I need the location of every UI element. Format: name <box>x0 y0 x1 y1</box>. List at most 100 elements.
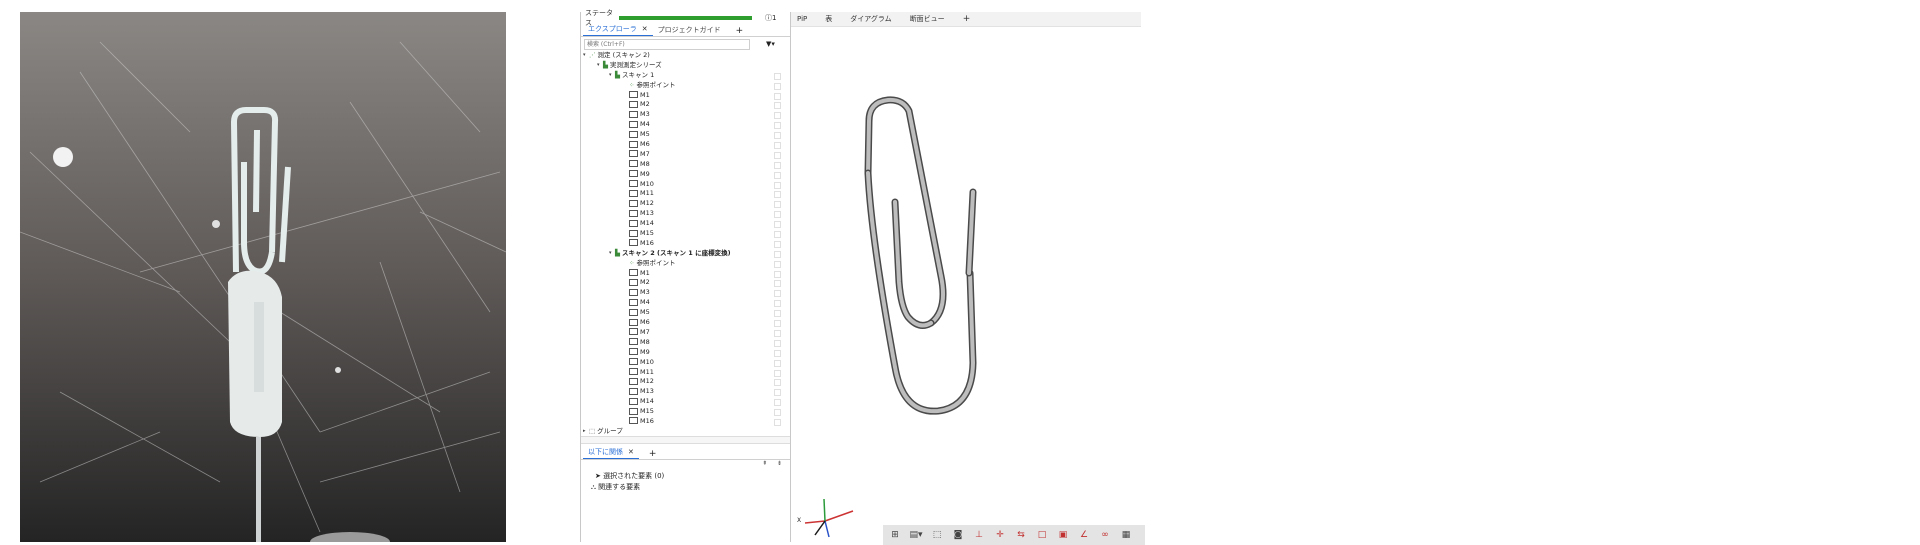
tree-row-measurement[interactable]: M14 <box>581 219 790 229</box>
visibility-checkbox[interactable] <box>774 290 781 298</box>
tree-row-ref-point[interactable]: ⁘ 参照ポイント <box>581 259 790 269</box>
tree-row-measurement[interactable]: M13 <box>581 387 790 397</box>
tree-row-measurement[interactable]: M12 <box>581 199 790 209</box>
visibility-checkbox[interactable] <box>774 211 781 219</box>
visibility-checkbox[interactable] <box>774 409 781 417</box>
visibility-checkbox[interactable] <box>774 280 781 288</box>
tree-row-measurement[interactable]: M1 <box>581 269 790 279</box>
visibility-checkbox[interactable] <box>774 349 781 357</box>
tab-project-guide[interactable]: プロジェクトガイド <box>653 24 726 36</box>
visibility-checkbox[interactable] <box>774 359 781 367</box>
tree-row-measurement[interactable]: M6 <box>581 318 790 328</box>
tree-row-measurement[interactable]: M16 <box>581 417 790 427</box>
visibility-checkbox[interactable] <box>774 418 781 426</box>
tab-section-view[interactable]: 断面ビュー <box>910 14 945 24</box>
visibility-checkbox[interactable] <box>774 82 781 90</box>
tree-row-measurement[interactable]: M9 <box>581 170 790 180</box>
tree-row-scan1[interactable]: ▾ ▙ スキャン 1 <box>581 71 790 81</box>
filter-icon[interactable]: ▼▾ <box>766 40 775 48</box>
visibility-checkbox[interactable] <box>774 142 781 150</box>
tree-row-measurement[interactable]: M10 <box>581 358 790 368</box>
angle-icon[interactable]: ∠ <box>1076 528 1092 542</box>
camera-icon[interactable]: ◙ <box>950 528 966 542</box>
add-tab-icon[interactable]: + <box>726 26 754 36</box>
search-input[interactable] <box>584 38 750 50</box>
box-icon[interactable]: □ <box>1034 528 1050 542</box>
visibility-checkbox[interactable] <box>774 191 781 199</box>
select-icon[interactable]: ⬚ <box>929 528 945 542</box>
visibility-checkbox[interactable] <box>774 260 781 268</box>
add-view-icon[interactable]: + <box>963 14 971 24</box>
tree-row-measurement[interactable]: M16 <box>581 239 790 249</box>
tab-related[interactable]: 以下に関係 ✕ <box>583 446 639 459</box>
visibility-checkbox[interactable] <box>774 171 781 179</box>
3d-canvas[interactable]: X ⊞ ▤▾ ⬚ ◙ ⊥ ✛ ⇆ □ ▣ ∠ ∞ ▦ <box>791 27 1145 545</box>
collapse-all-icon[interactable]: ⇞ <box>762 460 767 467</box>
tree-row-measurement[interactable]: M3 <box>581 288 790 298</box>
tree-row-measurement[interactable]: M8 <box>581 338 790 348</box>
tree-row-measurement[interactable]: M8 <box>581 160 790 170</box>
visibility-checkbox[interactable] <box>774 221 781 229</box>
related-row-related[interactable]: ⛬ 関連する要素 <box>581 482 790 493</box>
tab-explorer[interactable]: エクスプローラ ✕ <box>583 23 653 36</box>
visibility-checkbox[interactable] <box>774 379 781 387</box>
visibility-checkbox[interactable] <box>774 369 781 377</box>
close-icon[interactable]: ✕ <box>642 25 648 33</box>
frame-icon[interactable]: ▣ <box>1055 528 1071 542</box>
tree-row-measurement[interactable]: M7 <box>581 150 790 160</box>
visibility-checkbox[interactable] <box>774 151 781 159</box>
tree-row-measurement[interactable]: M4 <box>581 120 790 130</box>
tree-row-measurement[interactable]: M4 <box>581 298 790 308</box>
tree-row-measurement[interactable]: M11 <box>581 368 790 378</box>
visibility-checkbox[interactable] <box>774 231 781 239</box>
measure-distance-icon[interactable]: ⊥ <box>971 528 987 542</box>
tree-row-ref-point[interactable]: ⁘ 参照ポイント <box>581 81 790 91</box>
tree-row-measurement[interactable]: M7 <box>581 328 790 338</box>
tree-row-measurement[interactable]: M5 <box>581 308 790 318</box>
align-icon[interactable]: ✛ <box>992 528 1008 542</box>
expand-arrow-icon[interactable]: ▸ <box>583 427 586 436</box>
visibility-checkbox[interactable] <box>774 339 781 347</box>
tree-row-measurement[interactable]: M2 <box>581 278 790 288</box>
collapse-arrow-icon[interactable]: ▾ <box>597 61 600 71</box>
visibility-checkbox[interactable] <box>774 399 781 407</box>
related-row-selected[interactable]: ➤ 選択された要素 (0) <box>581 471 790 482</box>
collapse-arrow-icon[interactable]: ▾ <box>583 51 586 61</box>
link-icon[interactable]: ∞ <box>1097 528 1113 542</box>
section-icon[interactable]: ⇆ <box>1013 528 1029 542</box>
visibility-checkbox[interactable] <box>774 389 781 397</box>
tree-row-measurement[interactable]: M15 <box>581 229 790 239</box>
tree-row-measurement[interactable]: M14 <box>581 397 790 407</box>
tree-row-measurement[interactable]: M9 <box>581 348 790 358</box>
visibility-checkbox[interactable] <box>774 329 781 337</box>
tree-row-measurement[interactable]: M11 <box>581 189 790 199</box>
visibility-checkbox[interactable] <box>774 270 781 278</box>
tab-table[interactable]: 表 <box>825 14 832 24</box>
collapse-arrow-icon[interactable]: ▾ <box>609 71 612 81</box>
tree-row-measurement[interactable]: M10 <box>581 180 790 190</box>
visibility-checkbox[interactable] <box>774 240 781 248</box>
tree-row-series[interactable]: ▾ ▙ 実測測定シリーズ <box>581 61 790 71</box>
tree-row-measurement[interactable]: M3 <box>581 110 790 120</box>
visibility-checkbox[interactable] <box>774 122 781 130</box>
visibility-checkbox[interactable] <box>774 102 781 110</box>
tree-row-scan2[interactable]: ▾ ▙ スキャン 2 (スキャン 1 に座標変換) <box>581 249 790 259</box>
panel-splitter[interactable] <box>581 436 790 444</box>
visibility-checkbox[interactable] <box>774 300 781 308</box>
visibility-checkbox[interactable] <box>774 320 781 328</box>
visibility-checkbox[interactable] <box>774 161 781 169</box>
collapse-arrow-icon[interactable]: ▾ <box>609 249 612 259</box>
visibility-checkbox[interactable] <box>774 132 781 140</box>
more-icon[interactable]: ▦ <box>1118 528 1134 542</box>
fit-view-icon[interactable]: ⊞ <box>887 528 903 542</box>
visibility-checkbox[interactable] <box>774 72 781 80</box>
tab-diagram[interactable]: ダイアグラム <box>850 14 891 24</box>
tree-row-measurement[interactable]: M2 <box>581 100 790 110</box>
tree-row-measurement[interactable]: M6 <box>581 140 790 150</box>
expand-all-icon[interactable]: ⇟ <box>777 460 782 467</box>
tree-row-group[interactable]: ▸ ⬚ グループ <box>581 427 790 436</box>
tree-row-measurement[interactable]: M12 <box>581 377 790 387</box>
visibility-checkbox[interactable] <box>774 181 781 189</box>
tree-row-measurement[interactable]: M15 <box>581 407 790 417</box>
tree-row-measurement[interactable]: M5 <box>581 130 790 140</box>
